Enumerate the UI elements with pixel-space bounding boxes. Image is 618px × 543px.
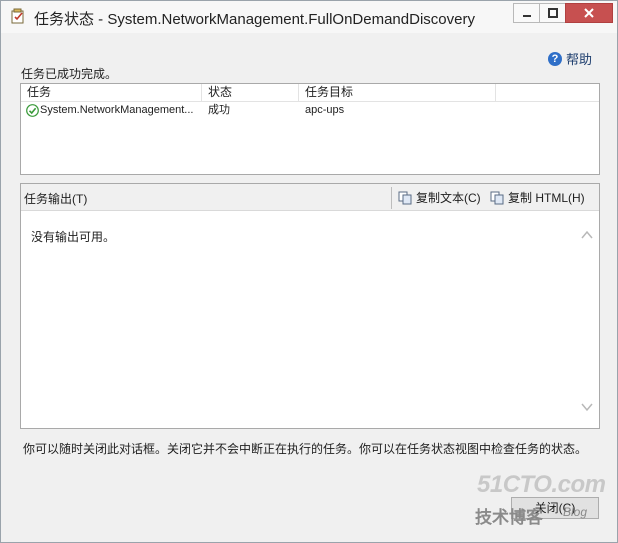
watermark-sub: 技术博客 [475, 508, 543, 527]
copy-text-button[interactable]: 复制文本(C) [398, 189, 481, 206]
copy-html-label: 复制 HTML(H) [508, 191, 585, 205]
maximize-button[interactable] [539, 3, 566, 23]
task-output-text: 没有输出可用。 [31, 230, 116, 244]
watermark-main: 51CTO.com [477, 471, 606, 498]
task-output-panel: 任务输出(T) 复制文本(C) 复制 HTML(H) 没有输出可用。 [20, 183, 600, 429]
minimize-button[interactable] [513, 3, 540, 23]
scroll-down-arrow-icon[interactable] [581, 402, 593, 412]
copy-html-icon [490, 191, 504, 204]
task-output-header: 任务输出(T) 复制文本(C) 复制 HTML(H) [21, 184, 599, 211]
copy-html-button[interactable]: 复制 HTML(H) [490, 189, 585, 206]
scroll-up-arrow-icon[interactable] [581, 230, 593, 240]
task-window-icon [11, 8, 24, 24]
maximize-icon [547, 8, 558, 18]
help-icon: ? [547, 51, 562, 66]
cell-task-name: System.NetworkManagement... [40, 104, 194, 116]
window-close-button[interactable] [565, 3, 613, 23]
header-separator [391, 187, 392, 209]
task-table[interactable]: 任务 状态 任务目标 System.NetworkManagement... 成… [20, 83, 600, 175]
help-label: 帮助 [565, 52, 592, 67]
copy-text-label: 复制文本(C) [416, 191, 481, 205]
cell-task-status: 成功 [208, 104, 230, 116]
column-header-target[interactable]: 任务目标 [299, 84, 496, 101]
watermark-logo: 51CTO.com 技术博客 Blog [471, 469, 611, 539]
help-link[interactable]: ? 帮助 [547, 49, 592, 68]
column-header-status[interactable]: 状态 [202, 84, 299, 101]
task-status-window: 任务状态 - System.NetworkManagement.FullOnDe… [0, 0, 618, 543]
copy-icon [398, 191, 412, 204]
window-title: 任务状态 - System.NetworkManagement.FullOnDe… [34, 11, 475, 28]
cell-task-target: apc-ups [305, 104, 345, 116]
watermark-blog: Blog [563, 505, 588, 519]
task-output-title: 任务输出(T) [24, 192, 88, 206]
close-icon [584, 8, 594, 18]
dialog-client-area: ? 帮助 任务已成功完成。 任务 状态 任务目标 System.NetworkM… [1, 33, 617, 542]
table-row[interactable]: System.NetworkManagement... 成功 apc-ups [21, 102, 599, 119]
task-table-header: 任务 状态 任务目标 [21, 84, 599, 102]
status-message: 任务已成功完成。 [21, 67, 118, 81]
minimize-icon [522, 15, 531, 17]
footer-note: 你可以随时关闭此对话框。关闭它并不会中断正在执行的任务。你可以在任务状态视图中检… [23, 442, 588, 456]
column-header-task[interactable]: 任务 [21, 84, 202, 101]
title-bar[interactable]: 任务状态 - System.NetworkManagement.FullOnDe… [1, 1, 617, 33]
